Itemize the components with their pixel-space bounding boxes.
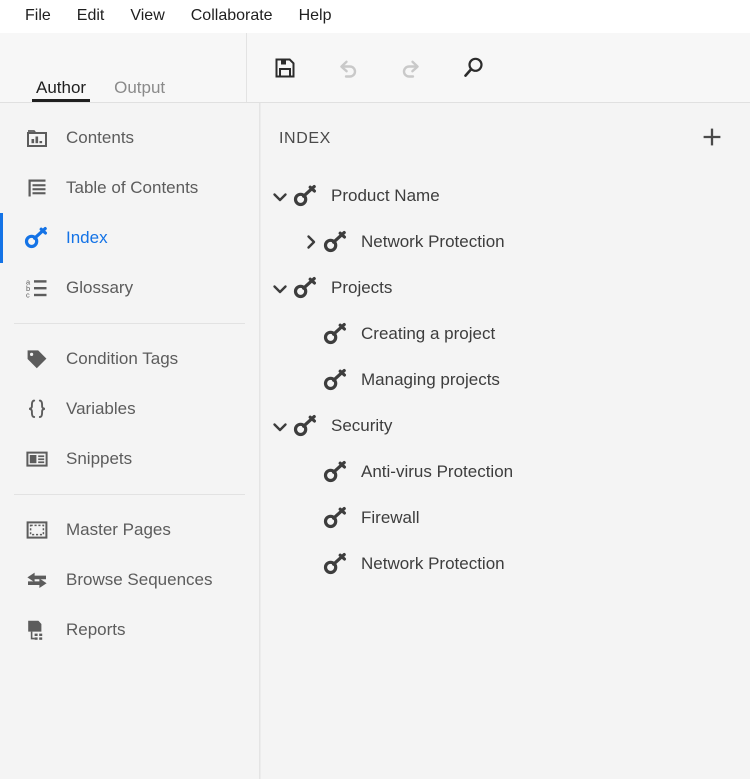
index-tree-row[interactable]: Firewall	[261, 495, 750, 541]
sidebar-item-label: Contents	[66, 128, 135, 147]
undo-button[interactable]	[333, 53, 363, 83]
index-tree-label: Anti-virus Protection	[361, 462, 514, 481]
page-title: INDEX	[279, 130, 331, 147]
toolbar-buttons	[247, 33, 750, 102]
sidebar-item-label: Condition Tags	[66, 349, 179, 368]
sidebar-item-glossary[interactable]: a b c Glossary	[0, 263, 259, 313]
index-tree-row[interactable]: Network Protection	[261, 541, 750, 587]
index-tree-row[interactable]: Projects	[261, 265, 750, 311]
sidebar-item-label: Variables	[66, 399, 136, 418]
sidebar-item-browse-sequences[interactable]: Browse Sequences	[0, 555, 259, 605]
glossary-abc-icon: a b c	[24, 275, 50, 301]
left-sidebar: Contents Table of Contents Index a b c G…	[0, 103, 260, 779]
svg-text:c: c	[26, 291, 30, 300]
menu-item-view[interactable]: View	[117, 5, 177, 28]
tab-output[interactable]: Output	[100, 68, 179, 102]
index-tree-label: Creating a project	[361, 324, 496, 343]
tab-author[interactable]: Author	[22, 68, 100, 102]
menu-bar: File Edit View Collaborate Help	[0, 0, 750, 33]
master-pages-icon	[24, 517, 50, 543]
add-index-entry-button[interactable]	[698, 125, 726, 153]
application-window: File Edit View Collaborate Help Author O…	[0, 0, 750, 779]
sidebar-item-label: Snippets	[66, 449, 133, 468]
index-tree-label: Security	[331, 416, 393, 435]
plus-icon	[701, 126, 723, 153]
key-icon	[323, 459, 349, 485]
redo-button[interactable]	[396, 53, 426, 83]
sidebar-item-snippets[interactable]: Snippets	[0, 434, 259, 484]
main-body: Contents Table of Contents Index a b c G…	[0, 103, 750, 779]
reports-icon	[24, 617, 50, 643]
index-panel: INDEX Product Name Network Protection Proj…	[260, 103, 750, 779]
index-tree-label: Managing projects	[361, 370, 500, 389]
save-icon	[273, 56, 297, 80]
sidebar-group-structure: Master Pages Browse Sequences Reports	[0, 505, 259, 655]
undo-icon	[335, 55, 361, 81]
key-icon	[323, 229, 349, 255]
index-tree-row[interactable]: Creating a project	[261, 311, 750, 357]
sidebar-item-table-of-contents[interactable]: Table of Contents	[0, 163, 259, 213]
search-icon	[461, 55, 487, 81]
chevron-down-icon[interactable]	[269, 277, 291, 299]
index-tree: Product Name Network Protection Projects Cr…	[261, 163, 750, 587]
tab-output-label: Output	[114, 78, 166, 97]
menu-item-collaborate[interactable]: Collaborate	[178, 5, 286, 28]
sidebar-item-label: Table of Contents	[66, 178, 199, 197]
browse-sequences-icon	[24, 567, 50, 593]
index-tree-row[interactable]: Network Protection	[261, 219, 750, 265]
index-tree-label: Firewall	[361, 508, 420, 527]
tab-author-label: Author	[36, 78, 87, 97]
table-of-contents-icon	[24, 175, 50, 201]
index-tree-label: Network Protection	[361, 232, 505, 251]
sidebar-item-label: Reports	[66, 620, 126, 639]
braces-icon	[24, 396, 50, 422]
redo-icon	[398, 55, 424, 81]
key-icon	[293, 183, 319, 209]
index-tree-label: Projects	[331, 278, 393, 297]
key-icon	[323, 505, 349, 531]
chevron-down-icon[interactable]	[269, 185, 291, 207]
index-tree-label: Network Protection	[361, 554, 505, 573]
sidebar-item-variables[interactable]: Variables	[0, 384, 259, 434]
contents-icon	[24, 125, 50, 151]
index-tree-row[interactable]: Security	[261, 403, 750, 449]
sidebar-item-reports[interactable]: Reports	[0, 605, 259, 655]
mode-tabs: Author Output	[0, 33, 247, 102]
sidebar-item-index[interactable]: Index	[0, 213, 259, 263]
index-tree-row[interactable]: Product Name	[261, 173, 750, 219]
key-icon	[323, 321, 349, 347]
sidebar-divider	[14, 323, 245, 324]
sidebar-item-contents[interactable]: Contents	[0, 113, 259, 163]
key-icon	[293, 413, 319, 439]
sidebar-group-authoring: Contents Table of Contents Index a b c G…	[0, 113, 259, 313]
key-icon	[293, 275, 319, 301]
index-tree-row[interactable]: Managing projects	[261, 357, 750, 403]
chevron-down-icon[interactable]	[269, 415, 291, 437]
sidebar-item-label: Browse Sequences	[66, 570, 213, 589]
sidebar-group-content-objects: Condition Tags Variables Snippets	[0, 334, 259, 484]
sidebar-item-condition-tags[interactable]: Condition Tags	[0, 334, 259, 384]
key-icon	[323, 367, 349, 393]
sidebar-item-master-pages[interactable]: Master Pages	[0, 505, 259, 555]
tag-icon	[24, 346, 50, 372]
search-button[interactable]	[459, 53, 489, 83]
index-panel-header: INDEX	[261, 103, 750, 163]
save-button[interactable]	[270, 53, 300, 83]
index-tree-row[interactable]: Anti-virus Protection	[261, 449, 750, 495]
sidebar-item-label: Index	[66, 228, 108, 247]
key-icon	[323, 551, 349, 577]
menu-item-file[interactable]: File	[12, 5, 64, 28]
toolbar: Author Output	[0, 33, 750, 103]
key-icon	[24, 225, 50, 251]
sidebar-divider	[14, 494, 245, 495]
menu-item-help[interactable]: Help	[286, 5, 345, 28]
snippet-icon	[24, 446, 50, 472]
index-tree-label: Product Name	[331, 186, 440, 205]
menu-item-edit[interactable]: Edit	[64, 5, 118, 28]
sidebar-item-label: Master Pages	[66, 520, 171, 539]
sidebar-item-label: Glossary	[66, 278, 134, 297]
chevron-right-icon[interactable]	[299, 231, 321, 253]
